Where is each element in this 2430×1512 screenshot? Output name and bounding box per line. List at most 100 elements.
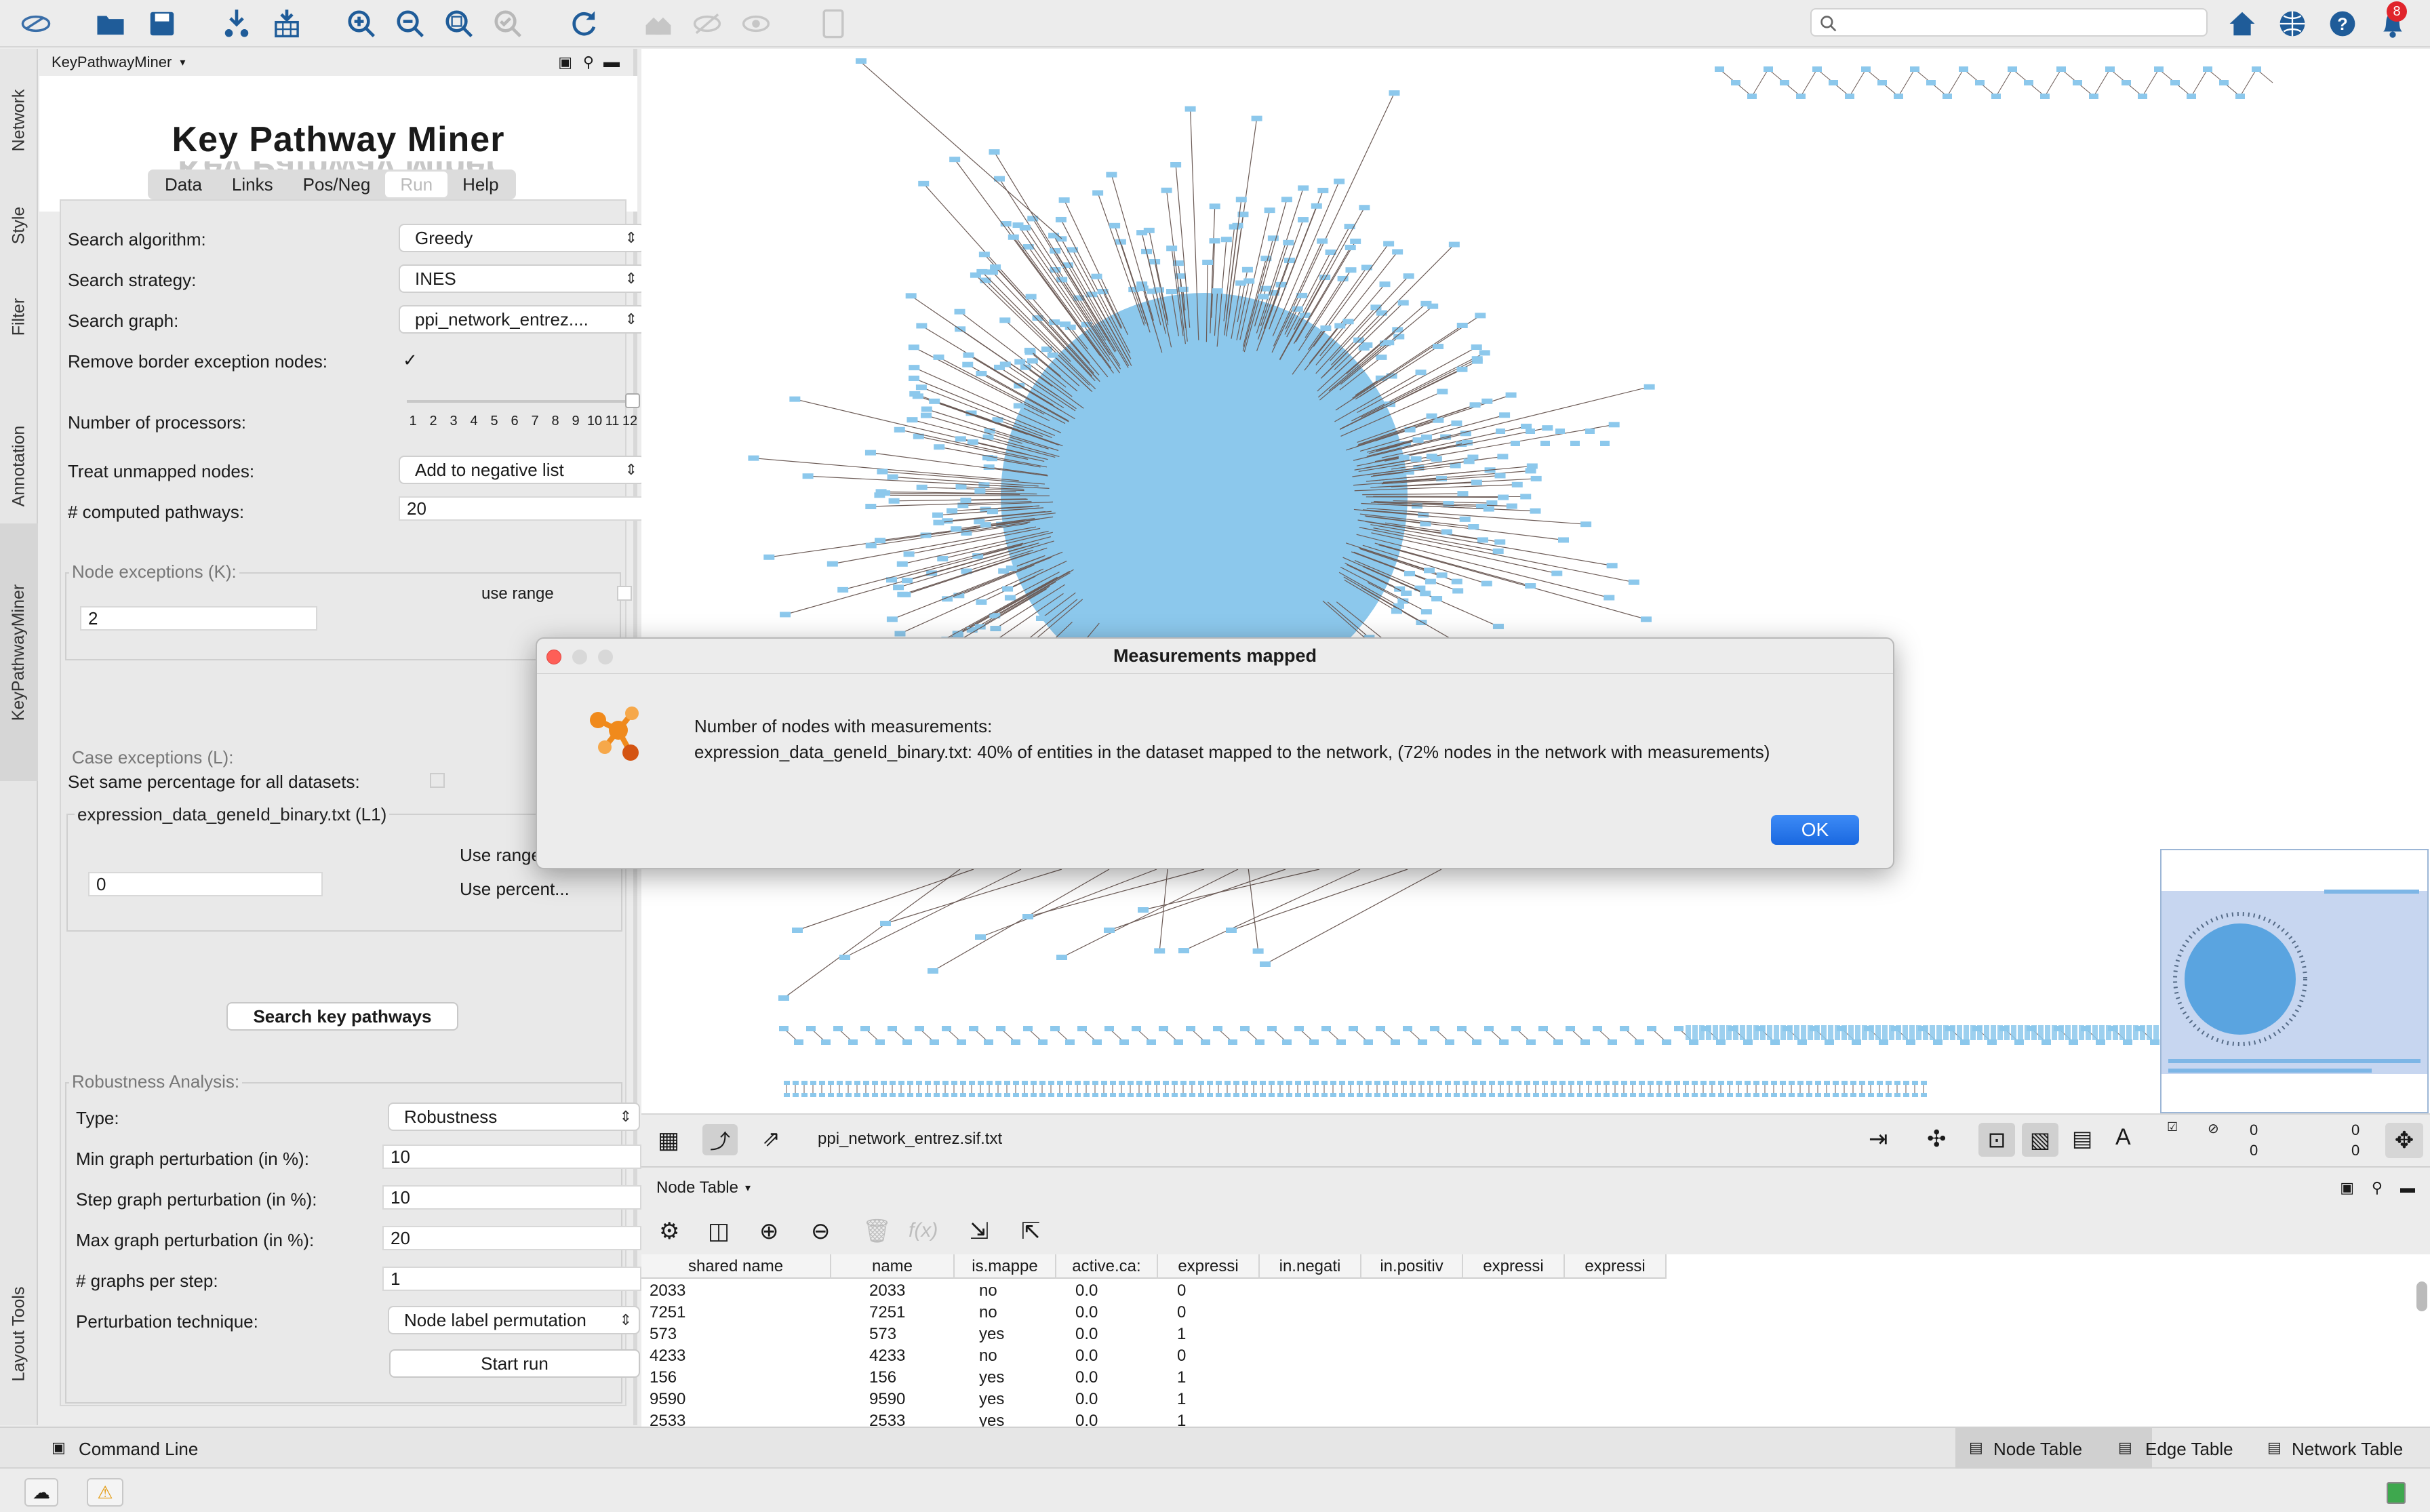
network-node[interactable] [1736, 1081, 1742, 1085]
zoom-in-icon[interactable] [343, 5, 380, 42]
network-node[interactable] [828, 1093, 834, 1097]
network-node[interactable] [1525, 468, 1536, 474]
network-node[interactable] [1868, 1093, 1874, 1097]
network-node[interactable] [886, 616, 898, 622]
network-node[interactable] [1463, 458, 1475, 464]
network-node[interactable] [1479, 350, 1490, 356]
network-node[interactable] [1022, 914, 1033, 919]
network-node[interactable] [952, 632, 963, 638]
network-node[interactable] [1426, 454, 1437, 460]
network-node[interactable] [1349, 1026, 1358, 1031]
column-header[interactable]: expressi [1463, 1254, 1565, 1279]
network-node[interactable] [1260, 1093, 1266, 1097]
network-node[interactable] [1606, 563, 1618, 569]
network-node[interactable] [1533, 1081, 1539, 1085]
network-node[interactable] [1104, 1026, 1114, 1031]
network-node[interactable] [1480, 1093, 1486, 1097]
network-node[interactable] [912, 393, 923, 399]
network-node[interactable] [1639, 1081, 1645, 1085]
network-node[interactable] [1801, 1025, 1806, 1040]
warning-icon[interactable]: ⚠ [87, 1478, 123, 1507]
network-node[interactable] [920, 412, 932, 418]
network-node[interactable] [1437, 389, 1448, 395]
network-node[interactable] [1357, 1081, 1363, 1085]
network-node[interactable] [1391, 1039, 1400, 1045]
network-node[interactable] [2106, 1025, 2111, 1040]
network-node[interactable] [1154, 948, 1166, 954]
network-node[interactable] [1477, 537, 1488, 543]
select-annotations-icon[interactable]: ▤ [2072, 1126, 2092, 1151]
network-node[interactable] [1538, 1026, 1548, 1031]
network-node[interactable] [2079, 1025, 2084, 1040]
step-perturbation-input[interactable]: 10 [382, 1185, 641, 1210]
same-percentage-checkbox[interactable] [430, 773, 445, 788]
network-node[interactable] [1852, 1039, 1861, 1045]
network-node[interactable] [1201, 1039, 1210, 1045]
network-node[interactable] [1815, 1081, 1821, 1085]
network-node[interactable] [984, 1039, 993, 1045]
network-node[interactable] [1604, 1093, 1610, 1097]
network-node[interactable] [925, 1093, 931, 1097]
network-node[interactable] [1013, 1081, 1019, 1085]
float-panel-icon[interactable]: ▣ [558, 54, 572, 71]
network-node[interactable] [779, 1026, 789, 1031]
network-node[interactable] [1740, 1025, 1745, 1040]
home-icon[interactable] [2224, 5, 2260, 42]
network-node[interactable] [2113, 1025, 2118, 1040]
network-node[interactable] [1933, 1039, 1943, 1045]
network-node[interactable] [1894, 1093, 1900, 1097]
network-node[interactable] [934, 1093, 940, 1097]
network-node[interactable] [1620, 1026, 1629, 1031]
network-overview-minimap[interactable] [2160, 849, 2429, 1113]
network-node[interactable] [1862, 1025, 1867, 1040]
network-node[interactable] [2119, 1025, 2125, 1040]
network-node[interactable] [1277, 1093, 1283, 1097]
network-node[interactable] [2140, 1025, 2145, 1040]
network-node[interactable] [1770, 1039, 1780, 1045]
network-node[interactable] [1410, 1081, 1416, 1085]
network-node[interactable] [1515, 1081, 1521, 1085]
network-node[interactable] [2252, 66, 2261, 72]
network-node[interactable] [1321, 1026, 1331, 1031]
network-node[interactable] [1145, 1093, 1151, 1097]
network-node[interactable] [1530, 475, 1542, 481]
network-node[interactable] [1459, 516, 1471, 522]
network-node[interactable] [978, 1081, 984, 1085]
network-node[interactable] [1760, 1025, 1766, 1040]
network-node[interactable] [1628, 579, 1639, 585]
network-node[interactable] [976, 599, 987, 605]
network-node[interactable] [1555, 429, 1565, 434]
network-node[interactable] [1425, 578, 1436, 584]
cloud-icon[interactable]: ☁ [24, 1478, 58, 1507]
network-node[interactable] [1035, 615, 1047, 621]
network-node[interactable] [1731, 80, 1740, 85]
network-node[interactable] [1580, 1039, 1590, 1045]
network-node[interactable] [1398, 454, 1410, 460]
network-node[interactable] [995, 1081, 1001, 1085]
column-header[interactable]: active.ca: [1056, 1254, 1158, 1279]
network-node[interactable] [1833, 1081, 1839, 1085]
column-header[interactable]: expressi [1565, 1254, 1667, 1279]
network-node[interactable] [1304, 1093, 1310, 1097]
network-node[interactable] [1656, 1093, 1662, 1097]
network-node[interactable] [801, 1081, 808, 1085]
network-node[interactable] [916, 1081, 922, 1085]
network-node[interactable] [1780, 1081, 1786, 1085]
network-node[interactable] [1780, 80, 1789, 85]
network-node[interactable] [1747, 94, 1757, 99]
network-node[interactable] [1445, 1039, 1454, 1045]
detach-view-icon[interactable]: ⇗ [762, 1126, 780, 1151]
network-node[interactable] [1894, 94, 1903, 99]
network-node[interactable] [1275, 281, 1287, 287]
network-node[interactable] [1797, 1081, 1804, 1085]
network-node[interactable] [1039, 1081, 1045, 1085]
network-node[interactable] [1119, 1093, 1125, 1097]
network-node[interactable] [1025, 294, 1037, 300]
network-node[interactable] [1515, 1093, 1521, 1097]
network-node[interactable] [995, 1093, 1001, 1097]
network-node[interactable] [1511, 1026, 1521, 1031]
network-node[interactable] [1002, 586, 1014, 592]
network-node[interactable] [1424, 568, 1435, 574]
network-node[interactable] [1294, 1026, 1304, 1031]
network-node[interactable] [1233, 1093, 1239, 1097]
